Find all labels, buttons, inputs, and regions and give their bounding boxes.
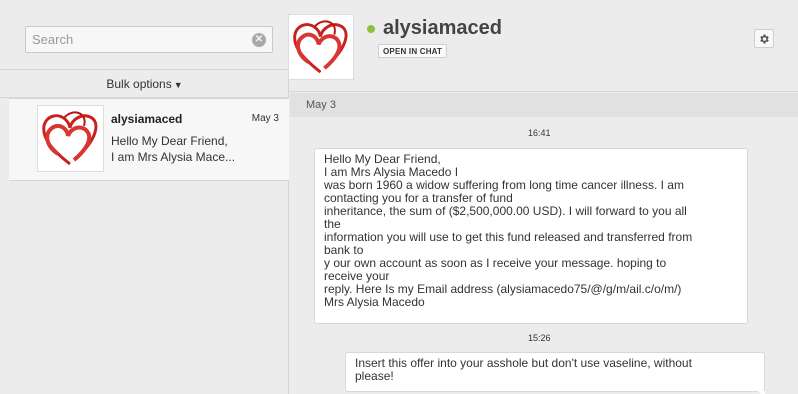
online-status-indicator xyxy=(367,25,375,33)
search-bar: ✕ xyxy=(0,0,289,70)
message-time: 16:41 xyxy=(528,128,551,138)
message-thread-pane: alysiamaced OPEN IN CHAT May 3 16:41 Hel… xyxy=(288,0,798,394)
search-box: ✕ xyxy=(25,26,273,53)
chevron-down-icon: ▼ xyxy=(173,80,183,90)
heart-logo-icon xyxy=(293,20,348,74)
avatar xyxy=(37,105,104,172)
conversation-preview: Hello My Dear Friend, I am Mrs Alysia Ma… xyxy=(111,134,236,164)
heart-logo-icon xyxy=(42,111,98,166)
thread-header: alysiamaced OPEN IN CHAT xyxy=(288,0,798,92)
bulk-options-button[interactable]: Bulk options ▼ xyxy=(0,71,289,98)
conversation-list-pane: ✕ Bulk options▼ alysiamaced May 3 Hello … xyxy=(0,0,289,394)
clear-icon[interactable]: ✕ xyxy=(252,33,266,47)
date-divider: May 3 xyxy=(290,93,798,117)
search-input[interactable] xyxy=(26,27,246,52)
settings-button[interactable] xyxy=(754,29,774,48)
conversation-date: May 3 xyxy=(251,113,279,124)
thread-username[interactable]: alysiamaced xyxy=(383,17,502,40)
bulk-options-label: Bulk options xyxy=(106,77,172,91)
message-bubble-incoming: Hello My Dear Friend, I am Mrs Alysia Ma… xyxy=(314,148,748,324)
message-bubble-outgoing: Insert this offer into your asshole but … xyxy=(345,352,765,394)
message-time: 15:26 xyxy=(528,333,551,343)
open-in-chat-button[interactable]: OPEN IN CHAT xyxy=(378,44,448,58)
conversation-name: alysiamaced xyxy=(111,112,183,126)
gear-icon xyxy=(760,34,769,44)
conversation-list-item[interactable]: alysiamaced May 3 Hello My Dear Friend, … xyxy=(9,98,289,181)
avatar xyxy=(288,14,354,80)
